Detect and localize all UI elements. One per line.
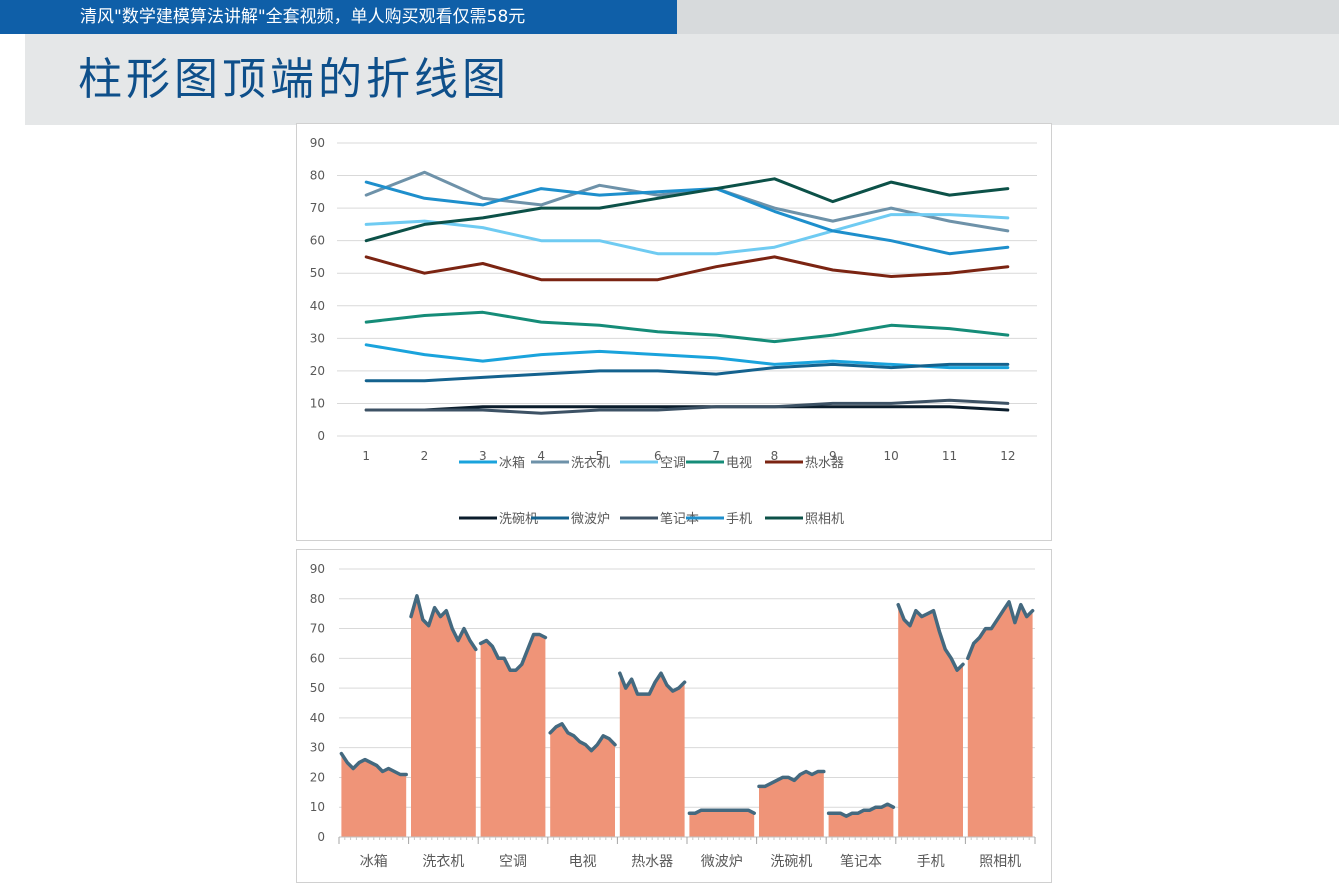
y-tick-label: 80: [310, 169, 325, 183]
legend-label: 洗衣机: [571, 455, 610, 471]
y-tick-label: 90: [310, 136, 325, 150]
y-tick-label: 0: [317, 830, 325, 844]
column-area: [759, 771, 824, 837]
legend-label: 电视: [726, 456, 752, 471]
y-tick-label: 40: [310, 299, 325, 313]
top-banner-blue-block: 清风"数学建模算法讲解"全套视频，单人购买观看仅需58元: [0, 0, 677, 34]
column-area: [550, 723, 615, 837]
series-line: [364, 255, 1010, 282]
legend-label: 手机: [726, 512, 752, 527]
y-tick-label: 0: [317, 429, 325, 443]
y-tick-label: 20: [310, 364, 325, 378]
column-area-chart-panel: 0 10 20 30 40 50 60 70 80 90 冰箱 洗衣机 空调 电视 热水器 微波炉 洗碗机 笔记本…: [296, 549, 1052, 883]
y-tick-label: 10: [310, 396, 325, 410]
y-tick-label: 30: [310, 331, 325, 345]
column-area: [967, 601, 1033, 837]
column-area-chart: 0 10 20 30 40 50 60 70 80 90 冰箱 洗衣机 空调 电视 热水器 微波炉 洗碗机 笔记本…: [310, 562, 1036, 870]
legend-label: 照相机: [805, 512, 844, 527]
y-tick-label: 60: [310, 234, 325, 248]
series-line: [364, 310, 1010, 344]
column-area: [619, 673, 685, 837]
x-tick-label: 12: [1000, 449, 1015, 463]
x-category-label: 洗碗机: [770, 854, 812, 870]
page-title: 柱形图顶端的折线图: [78, 54, 510, 105]
column-area: [898, 604, 963, 837]
y-tick-label: 20: [310, 770, 325, 784]
line-chart-panel: 0 10 20 30 40 50 60 70 80 90 1 2 3 4 5 6 7 8 9 10 11 12 冰箱 洗衣机空…: [296, 123, 1052, 541]
x-tick-label: 10: [884, 449, 899, 463]
x-tick-label: 1: [362, 449, 370, 463]
x-category-label: 热水器: [631, 854, 673, 870]
series-line: [364, 343, 1010, 370]
banner-text: 清风"数学建模算法讲解"全套视频，单人购买观看仅需58元: [80, 7, 526, 27]
legend-label: 冰箱: [499, 455, 525, 471]
y-tick-label: 90: [310, 562, 325, 576]
y-tick-label: 40: [310, 711, 325, 725]
line-chart: 01020304050607080901 2 3 4 5 6 7 8 9 10 11 12冰箱 洗衣机空…: [310, 136, 1037, 527]
x-category-label: 照相机: [979, 854, 1021, 870]
x-axis: [338, 836, 1036, 844]
legend-label: 微波炉: [571, 512, 610, 527]
x-tick-label: 2: [421, 449, 429, 463]
column-area: [689, 810, 755, 837]
y-tick-label: 80: [310, 592, 325, 606]
y-tick-label: 10: [310, 800, 325, 814]
column-area: [828, 804, 894, 837]
legend-label: 空调: [660, 456, 686, 471]
x-category-label: 手机: [917, 854, 945, 870]
y-tick-label: 60: [310, 651, 325, 665]
series-line: [364, 362, 1010, 383]
y-tick-label: 50: [310, 681, 325, 695]
x-category-label: 空调: [499, 854, 527, 870]
legend-label: 热水器: [805, 456, 844, 471]
x-tick-label: 11: [942, 449, 957, 463]
y-tick-label: 30: [310, 741, 325, 755]
x-category-label: 微波炉: [701, 854, 743, 870]
y-tick-label: 70: [310, 622, 325, 636]
x-category-label: 笔记本: [840, 854, 882, 870]
x-category-label: 电视: [569, 854, 597, 870]
y-tick-label: 70: [310, 201, 325, 215]
top-banner: 清风"数学建模算法讲解"全套视频，单人购买观看仅需58元: [0, 0, 1339, 34]
x-category-label: 冰箱: [360, 854, 388, 870]
y-tick-label: 50: [310, 266, 325, 280]
x-category-label: 洗衣机: [422, 854, 464, 870]
column-area: [480, 634, 546, 837]
